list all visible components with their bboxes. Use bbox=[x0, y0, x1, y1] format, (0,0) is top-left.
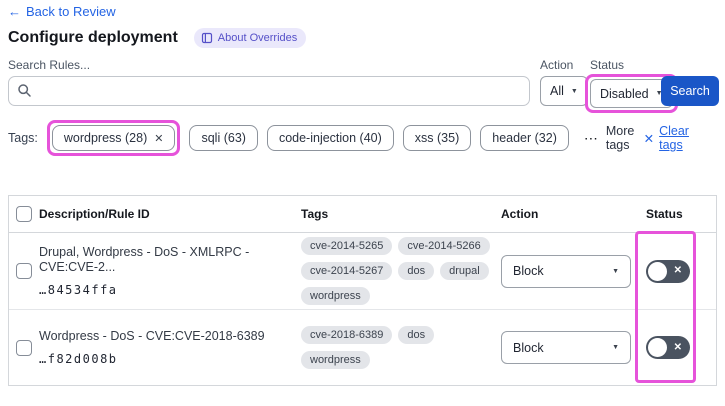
rule-id: …f82d008b bbox=[39, 352, 118, 366]
rule-description: Drupal, Wordpress - DoS - XMLRPC - CVE:C… bbox=[39, 245, 250, 274]
tags-label: Tags: bbox=[8, 131, 38, 145]
search-label: Search Rules... bbox=[8, 58, 91, 72]
tag-pill[interactable]: code-injection (40) bbox=[266, 125, 394, 151]
selected-tag-annotation-highlight: wordpress (28) ✕ bbox=[46, 120, 181, 156]
rule-id: …84534ffa bbox=[39, 283, 118, 297]
book-icon bbox=[201, 32, 212, 44]
table-row: Wordpress - DoS - CVE:CVE-2018-6389 …f82… bbox=[9, 309, 716, 385]
back-arrow-icon: ← bbox=[8, 4, 21, 19]
tag-pill-wordpress[interactable]: wordpress (28) ✕ bbox=[51, 125, 176, 151]
action-dropdown[interactable]: Block ▼ bbox=[501, 331, 631, 364]
page-title: Configure deployment bbox=[8, 29, 178, 46]
action-filter-group: Action All ▼ bbox=[540, 58, 588, 106]
tag-pill[interactable]: sqli (63) bbox=[189, 125, 258, 151]
search-button[interactable]: Search bbox=[661, 76, 719, 106]
toggle-knob bbox=[648, 338, 667, 357]
chevron-down-icon: ▼ bbox=[570, 87, 578, 95]
tag-pill[interactable]: xss (35) bbox=[402, 125, 472, 151]
clear-tags-label: Clear tags bbox=[659, 124, 689, 152]
search-input[interactable] bbox=[8, 76, 530, 106]
column-header-action: Action bbox=[501, 207, 539, 221]
status-toggle[interactable]: ✕ bbox=[646, 336, 690, 359]
clear-tags-button[interactable]: ✕ Clear tags bbox=[644, 124, 691, 152]
tag-pill-list: sqli (63) code-injection (40) xss (35) head… bbox=[189, 125, 569, 151]
chevron-down-icon: ▼ bbox=[612, 267, 619, 275]
tag-chip: dos bbox=[398, 326, 435, 344]
about-overrides-badge[interactable]: About Overrides bbox=[193, 28, 307, 48]
action-filter-value: All bbox=[550, 84, 564, 98]
table-row: Drupal, Wordpress - DoS - XMLRPC - CVE:C… bbox=[9, 233, 716, 309]
tag-chip: cve-2014-5267 bbox=[301, 262, 393, 280]
search-wrap bbox=[8, 76, 530, 106]
action-dropdown-value: Block bbox=[513, 340, 544, 355]
tag-chip: wordpress bbox=[301, 287, 370, 305]
tag-chip: wordpress bbox=[301, 351, 370, 369]
toggle-knob bbox=[648, 261, 667, 281]
clear-icon: ✕ bbox=[643, 131, 655, 146]
tag-pill[interactable]: header (32) bbox=[480, 125, 569, 151]
table-header-row: Description/Rule ID Tags Action Status bbox=[9, 196, 716, 233]
status-filter-value: Disabled bbox=[600, 86, 649, 101]
rule-tag-chips: cve-2014-5265 cve-2014-5266 cve-2014-5267 d… bbox=[301, 237, 493, 305]
action-dropdown-value: Block bbox=[513, 264, 544, 278]
tag-chip: cve-2018-6389 bbox=[301, 326, 393, 344]
tag-chip: dos bbox=[398, 262, 435, 280]
column-header-status: Status bbox=[646, 207, 683, 221]
rules-table: Description/Rule ID Tags Action Status D… bbox=[8, 195, 717, 386]
configure-deployment-page: ← Back to Review Configure deployment Ab… bbox=[0, 0, 725, 406]
status-toggle[interactable]: ✕ bbox=[646, 259, 690, 283]
back-link[interactable]: ← Back to Review bbox=[8, 4, 116, 19]
column-header-tags: Tags bbox=[301, 207, 329, 221]
tag-pill-label: wordpress (28) bbox=[63, 131, 148, 145]
search-icon bbox=[18, 84, 31, 97]
chevron-down-icon: ▼ bbox=[612, 344, 619, 351]
close-icon: ✕ bbox=[673, 265, 682, 276]
tag-chip: drupal bbox=[440, 262, 489, 280]
title-row: Configure deployment About Overrides bbox=[8, 28, 307, 48]
tags-bar: Tags: wordpress (28) ✕ sqli (63) code-inj… bbox=[8, 120, 717, 156]
row-checkbox[interactable] bbox=[16, 263, 32, 279]
tag-chip: cve-2014-5266 bbox=[398, 237, 490, 255]
search-group: Search Rules... bbox=[8, 58, 530, 106]
action-filter-select[interactable]: All ▼ bbox=[540, 76, 588, 106]
ellipsis-icon: ⋯ bbox=[583, 129, 599, 146]
row-checkbox[interactable] bbox=[16, 339, 32, 356]
action-filter-label: Action bbox=[540, 58, 574, 72]
rule-tag-chips: cve-2018-6389 dos wordpress bbox=[301, 326, 493, 369]
column-header-description: Description/Rule ID bbox=[39, 207, 150, 221]
status-filter-label: Status bbox=[590, 58, 625, 72]
more-tags-button[interactable]: ⋯ More tags bbox=[584, 124, 635, 152]
about-overrides-label: About Overrides bbox=[217, 32, 298, 44]
back-link-label: Back to Review bbox=[26, 4, 116, 19]
more-tags-label: More tags bbox=[605, 124, 635, 152]
action-dropdown[interactable]: Block ▼ bbox=[501, 254, 631, 288]
rule-description: Wordpress - DoS - CVE:CVE-2018-6389 bbox=[39, 329, 265, 343]
select-all-checkbox[interactable] bbox=[16, 206, 32, 222]
close-icon: ✕ bbox=[673, 341, 682, 353]
tag-chip: cve-2014-5265 bbox=[301, 237, 393, 255]
remove-tag-icon[interactable]: ✕ bbox=[154, 132, 163, 145]
